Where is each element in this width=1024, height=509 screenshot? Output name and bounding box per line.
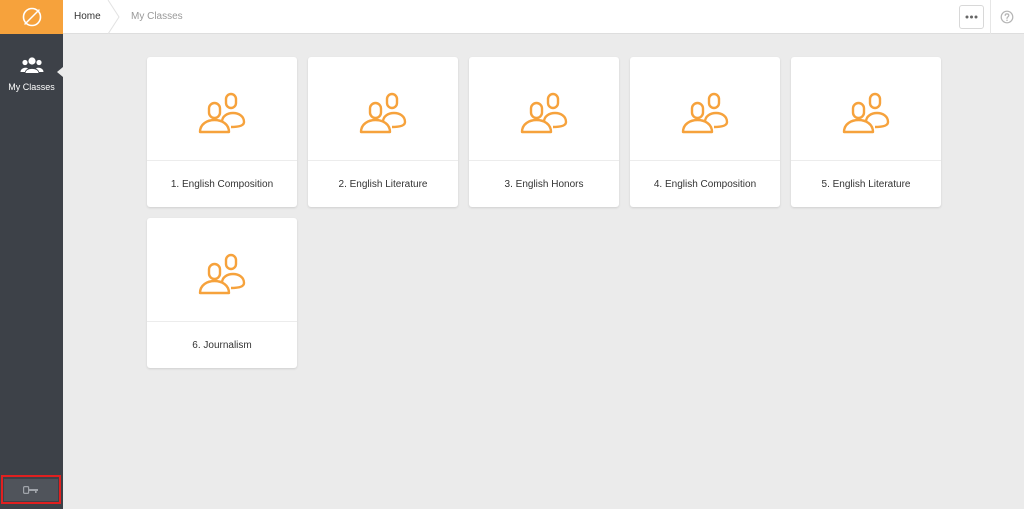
key-icon (23, 485, 38, 494)
class-card-icon-area (791, 57, 941, 161)
class-name: 1. English Composition (170, 179, 274, 190)
sidebar-item-my-classes[interactable]: My Classes (0, 48, 63, 102)
users-icon (359, 92, 407, 133)
users-icon (842, 92, 890, 133)
class-card[interactable]: 2. English Literature (308, 57, 458, 207)
class-name: 4. English Composition (653, 179, 757, 190)
breadcrumb-home[interactable]: Home (74, 11, 101, 22)
ellipsis-icon (965, 15, 978, 19)
users-icon (198, 92, 246, 133)
class-card-icon-area (308, 57, 458, 161)
sidebar-item-label: My Classes (8, 82, 55, 92)
users-icon (20, 57, 43, 73)
active-indicator (57, 67, 63, 77)
class-name: 5. English Literature (821, 179, 911, 190)
class-card[interactable]: 4. English Composition (630, 57, 780, 207)
users-icon (681, 92, 729, 133)
class-card-icon-area (147, 218, 297, 322)
breadcrumb-current: My Classes (131, 11, 183, 22)
top-bar: Home My Classes (63, 0, 1024, 34)
class-card[interactable]: 6. Journalism (147, 218, 297, 368)
compass-icon (22, 7, 41, 27)
help-icon[interactable] (1000, 10, 1014, 24)
users-icon (520, 92, 568, 133)
logout-highlight (1, 475, 61, 504)
class-card[interactable]: 1. English Composition (147, 57, 297, 207)
more-options-button[interactable] (959, 5, 984, 29)
class-card-icon-area (469, 57, 619, 161)
class-name: 3. English Honors (504, 179, 584, 190)
class-name: 2. English Literature (338, 179, 428, 190)
class-card-icon-area (630, 57, 780, 161)
sidebar: My Classes (0, 0, 63, 509)
class-card-icon-area (147, 57, 297, 161)
breadcrumb-separator (107, 0, 120, 34)
class-card[interactable]: 3. English Honors (469, 57, 619, 207)
class-card[interactable]: 5. English Literature (791, 57, 941, 207)
topbar-divider (990, 0, 991, 34)
class-name: 6. Journalism (192, 340, 252, 351)
app-logo[interactable] (0, 0, 63, 34)
logout-button[interactable] (4, 478, 58, 501)
class-grid: 1. English Composition 2. English Litera… (147, 57, 947, 368)
users-icon (198, 253, 246, 294)
